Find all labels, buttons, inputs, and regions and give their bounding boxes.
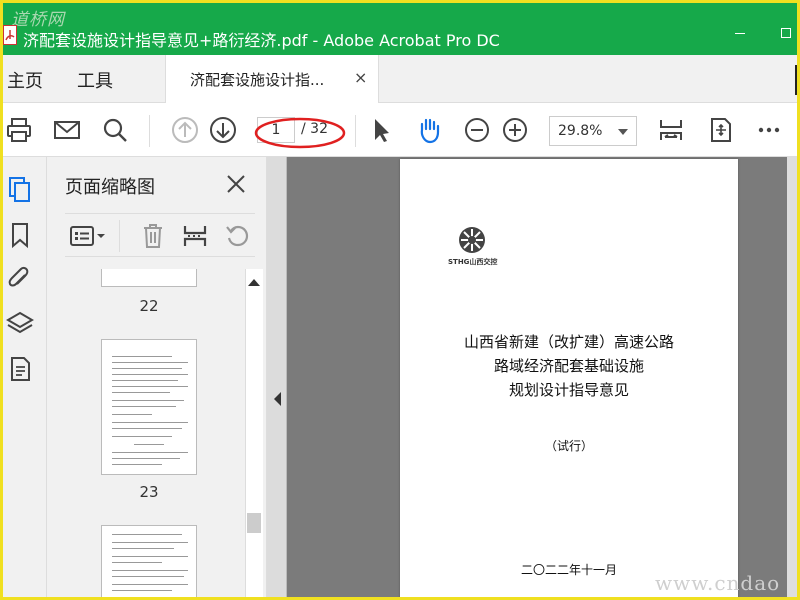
divider (795, 65, 797, 95)
thumbnail-panel: 页面缩略图 22 23 (47, 157, 267, 597)
fullscreen-icon[interactable] (707, 116, 735, 144)
minimize-button[interactable] (725, 23, 755, 43)
separator (119, 220, 120, 252)
thumbnail-list: 22 23 (47, 269, 267, 597)
document-title-line-1: 山西省新建（改扩建）高速公路 (463, 333, 674, 351)
next-page-icon[interactable] (209, 116, 237, 144)
app-window: 道桥网 济配套设施设计指导意见+路衍经济.pdf - Adobe Acrobat… (3, 3, 797, 597)
thumbnail-page-number: 22 (139, 297, 159, 315)
document-trial-note: （试行） (544, 439, 593, 453)
hand-tool-icon[interactable] (415, 116, 443, 144)
close-tab-icon[interactable]: × (354, 68, 367, 87)
site-watermark-url: www.cndao (655, 571, 781, 595)
zoom-value: 29.8% (558, 123, 603, 139)
window-title: 济配套设施设计指导意见+路衍经济.pdf - Adobe Acrobat Pro… (23, 31, 500, 50)
toolbar: 1 / 32 29.8% (3, 103, 797, 157)
more-icon[interactable] (755, 116, 783, 144)
document-scrollbar[interactable] (787, 157, 797, 597)
scroll-up-icon[interactable] (248, 279, 260, 286)
print-icon[interactable] (5, 116, 33, 144)
acrobat-logo-icon (3, 25, 17, 45)
scrollbar-thumb[interactable] (247, 513, 261, 533)
thumbnail-page-number: 23 (139, 483, 159, 501)
zoom-select[interactable]: 29.8% (549, 116, 637, 146)
page-thumbnail[interactable] (101, 339, 197, 475)
company-logo-text: STHG山西交控 (448, 258, 498, 266)
panel-collapse-strip[interactable] (267, 157, 287, 597)
separator (355, 115, 356, 147)
select-cursor-icon[interactable] (367, 116, 395, 144)
page-thumbnails-icon[interactable] (6, 175, 34, 203)
thumbnail-options-icon[interactable] (69, 222, 107, 250)
close-panel-icon[interactable] (225, 173, 247, 195)
annotation-ellipse (254, 117, 346, 149)
document-tab-label: 济配套设施设计指... (190, 71, 325, 89)
layers-icon[interactable] (6, 309, 34, 337)
document-title-line-2: 路域经济配套基础设施 (493, 357, 644, 375)
document-title-line-3: 规划设计指导意见 (508, 381, 629, 399)
bookmark-icon[interactable] (6, 221, 34, 249)
tab-bar: 主页 工具 济配套设施设计指... × (3, 55, 797, 103)
zoom-out-icon[interactable] (463, 116, 491, 144)
separator (149, 115, 150, 147)
extract-icon[interactable] (181, 222, 209, 250)
pdf-page: STHG山西交控 山西省新建（改扩建）高速公路 路域经济配套基础设施 规划设计指… (400, 159, 738, 597)
panel-title: 页面缩略图 (65, 177, 155, 198)
rotate-icon[interactable] (223, 222, 251, 250)
zoom-in-icon[interactable] (501, 116, 529, 144)
company-logo-icon (459, 227, 485, 253)
document-tab[interactable]: 济配套设施设计指... × (165, 55, 379, 103)
page-thumbnail[interactable] (101, 525, 197, 597)
prev-page-icon[interactable] (171, 116, 199, 144)
navigation-rail (3, 157, 47, 597)
delete-icon[interactable] (139, 222, 167, 250)
page-thumbnail[interactable] (101, 269, 197, 287)
maximize-button[interactable] (769, 23, 797, 43)
tab-tools[interactable]: 工具 (77, 67, 113, 93)
search-icon[interactable] (101, 116, 129, 144)
chevron-down-icon (618, 129, 628, 135)
thumbnail-scrollbar[interactable] (245, 269, 263, 597)
tab-home[interactable]: 主页 (7, 67, 43, 93)
attachment-icon[interactable] (6, 265, 34, 293)
title-bar: 道桥网 济配套设施设计指导意见+路衍经济.pdf - Adobe Acrobat… (3, 3, 797, 55)
fit-page-icon[interactable] (657, 116, 685, 144)
document-properties-icon[interactable] (6, 355, 34, 383)
panel-toolbar (65, 213, 255, 257)
collapse-arrow-icon[interactable] (274, 392, 281, 406)
mail-icon[interactable] (53, 116, 81, 144)
